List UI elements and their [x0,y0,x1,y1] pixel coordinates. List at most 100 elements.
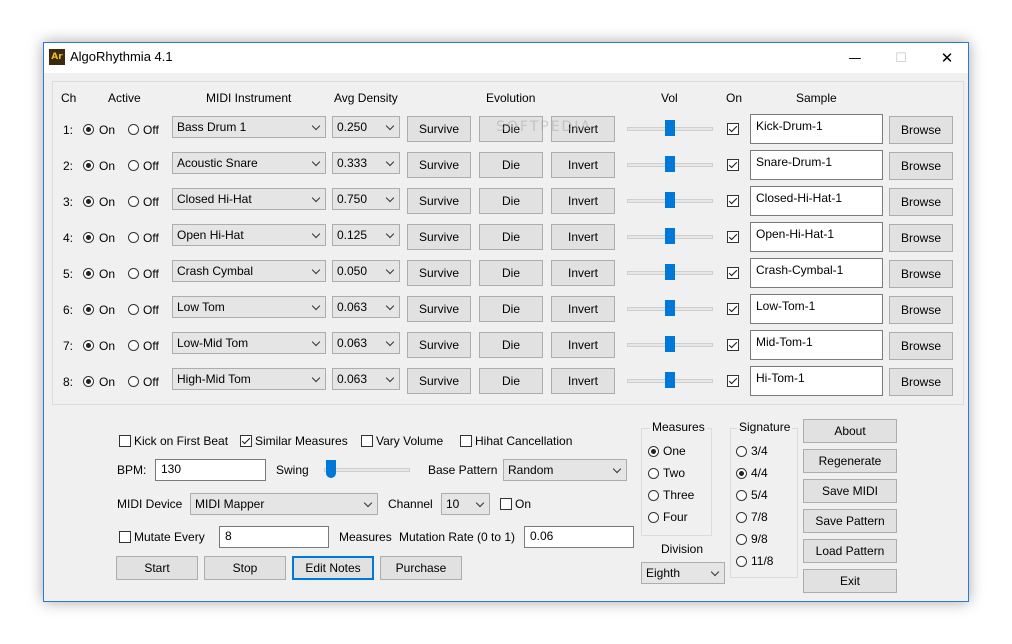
midi-device-select[interactable]: MIDI Mapper [190,493,378,515]
active-off-radio[interactable] [128,340,139,351]
save-midi-button[interactable]: Save MIDI [803,479,897,503]
avg-density-select[interactable]: 0.063 [332,332,400,354]
avg-density-select[interactable]: 0.050 [332,260,400,282]
swing-slider-thumb[interactable] [326,460,336,478]
similar-measures-checkbox[interactable] [240,435,252,447]
midi-instrument-select[interactable]: Closed Hi-Hat [172,188,326,210]
active-off-radio[interactable] [128,196,139,207]
invert-button[interactable]: Invert [551,260,615,286]
volume-slider-thumb[interactable] [665,336,675,352]
active-on-radio[interactable] [83,376,94,387]
channel-enabled-checkbox[interactable] [727,375,739,387]
sample-field[interactable]: Kick-Drum-1 [750,114,883,144]
active-on-radio[interactable] [83,304,94,315]
active-on-radio[interactable] [83,160,94,171]
vary-volume-checkbox[interactable] [361,435,373,447]
measures-radio[interactable] [648,512,659,523]
die-button[interactable]: Die [479,296,543,322]
sample-field[interactable]: Open-Hi-Hat-1 [750,222,883,252]
base-pattern-select[interactable]: Random [503,459,627,481]
hihat-cancellation-checkbox[interactable] [460,435,472,447]
active-off-radio[interactable] [128,376,139,387]
die-button[interactable]: Die [479,224,543,250]
browse-button[interactable]: Browse [889,296,953,324]
sample-field[interactable]: Hi-Tom-1 [750,366,883,396]
survive-button[interactable]: Survive [407,152,471,178]
midi-instrument-select[interactable]: Low Tom [172,296,326,318]
browse-button[interactable]: Browse [889,152,953,180]
survive-button[interactable]: Survive [407,296,471,322]
midi-instrument-select[interactable]: Low-Mid Tom [172,332,326,354]
midi-instrument-select[interactable]: Acoustic Snare [172,152,326,174]
close-button[interactable]: ✕ [924,43,970,73]
die-button[interactable]: Die [479,332,543,358]
avg-density-select[interactable]: 0.063 [332,368,400,390]
kick-on-first-beat-checkbox[interactable] [119,435,131,447]
division-select[interactable]: Eighth [641,562,725,584]
browse-button[interactable]: Browse [889,116,953,144]
browse-button[interactable]: Browse [889,188,953,216]
browse-button[interactable]: Browse [889,368,953,396]
purchase-button[interactable]: Purchase [380,556,462,580]
active-off-radio[interactable] [128,160,139,171]
sample-field[interactable]: Mid-Tom-1 [750,330,883,360]
regenerate-button[interactable]: Regenerate [803,449,897,473]
avg-density-select[interactable]: 0.250 [332,116,400,138]
channel-enabled-checkbox[interactable] [727,267,739,279]
avg-density-select[interactable]: 0.750 [332,188,400,210]
active-off-radio[interactable] [128,232,139,243]
signature-radio[interactable] [736,534,747,545]
channel-enabled-checkbox[interactable] [727,123,739,135]
survive-button[interactable]: Survive [407,188,471,214]
signature-radio[interactable] [736,468,747,479]
volume-slider-thumb[interactable] [665,120,675,136]
sample-field[interactable]: Low-Tom-1 [750,294,883,324]
signature-radio[interactable] [736,512,747,523]
sample-field[interactable]: Snare-Drum-1 [750,150,883,180]
avg-density-select[interactable]: 0.125 [332,224,400,246]
invert-button[interactable]: Invert [551,188,615,214]
survive-button[interactable]: Survive [407,260,471,286]
mutate-every-checkbox[interactable] [119,531,131,543]
midi-instrument-select[interactable]: High-Mid Tom [172,368,326,390]
signature-radio[interactable] [736,490,747,501]
browse-button[interactable]: Browse [889,260,953,288]
active-on-radio[interactable] [83,268,94,279]
volume-slider-thumb[interactable] [665,156,675,172]
volume-slider-thumb[interactable] [665,300,675,316]
browse-button[interactable]: Browse [889,332,953,360]
die-button[interactable]: Die [479,152,543,178]
sample-field[interactable]: Crash-Cymbal-1 [750,258,883,288]
channel-enabled-checkbox[interactable] [727,303,739,315]
active-on-radio[interactable] [83,124,94,135]
survive-button[interactable]: Survive [407,224,471,250]
about-button[interactable]: About [803,419,897,443]
volume-slider-thumb[interactable] [665,372,675,388]
minimize-button[interactable]: — [832,43,878,73]
invert-button[interactable]: Invert [551,296,615,322]
volume-slider-thumb[interactable] [665,264,675,280]
survive-button[interactable]: Survive [407,332,471,358]
mutation-rate-input[interactable]: 0.06 [524,526,634,548]
active-off-radio[interactable] [128,304,139,315]
browse-button[interactable]: Browse [889,224,953,252]
invert-button[interactable]: Invert [551,332,615,358]
active-on-radio[interactable] [83,232,94,243]
midi-instrument-select[interactable]: Open Hi-Hat [172,224,326,246]
edit-notes-button[interactable]: Edit Notes [292,556,374,580]
measures-radio[interactable] [648,446,659,457]
die-button[interactable]: Die [479,188,543,214]
invert-button[interactable]: Invert [551,368,615,394]
channel-enabled-checkbox[interactable] [727,159,739,171]
avg-density-select[interactable]: 0.063 [332,296,400,318]
channel-enabled-checkbox[interactable] [727,195,739,207]
active-off-radio[interactable] [128,124,139,135]
volume-slider-thumb[interactable] [665,192,675,208]
measures-radio[interactable] [648,490,659,501]
avg-density-select[interactable]: 0.333 [332,152,400,174]
maximize-button[interactable]: ☐ [878,43,924,73]
load-pattern-button[interactable]: Load Pattern [803,539,897,563]
mutate-every-input[interactable]: 8 [219,526,329,548]
invert-button[interactable]: Invert [551,224,615,250]
signature-radio[interactable] [736,446,747,457]
